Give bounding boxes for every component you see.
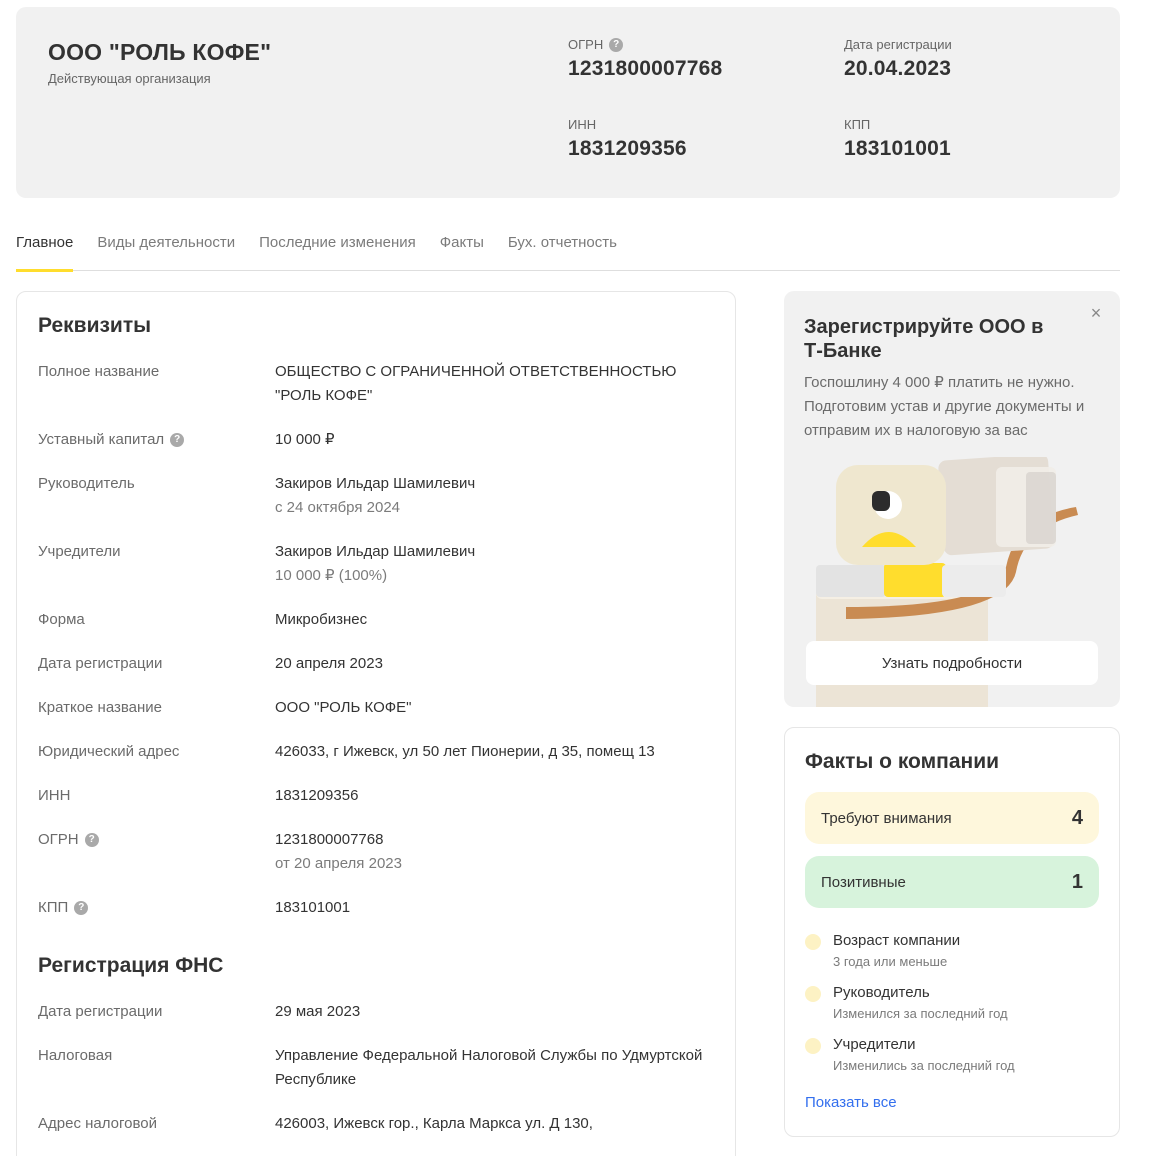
positive-label: Позитивные — [821, 873, 906, 891]
row-value: Закиров Ильдар Шамилевич — [275, 543, 476, 560]
company-header-card: ООО "РОЛЬ КОФЕ" Действующая организация … — [16, 7, 1120, 198]
row-label: Налоговая — [38, 1047, 113, 1064]
company-status: Действующая организация — [48, 71, 211, 86]
kpp-value: 183101001 — [844, 137, 951, 160]
row-value: 10 000 ₽ — [275, 431, 335, 448]
row-label: ИНН — [38, 787, 71, 804]
row-value: 183101001 — [275, 899, 351, 916]
row-label: Полное название — [38, 363, 160, 380]
row-label: КПП — [38, 899, 69, 916]
row-label: Дата регистрации — [38, 655, 163, 672]
row-label: ОГРН — [38, 831, 79, 848]
positive-count: 1 — [1071, 870, 1083, 893]
promo-title: Зарегистрируйте ООО в Т-Банке — [804, 316, 1044, 362]
company-name: ООО "РОЛЬ КОФЕ" — [48, 39, 272, 65]
row-label: Адрес налоговой — [38, 1115, 158, 1132]
question-icon[interactable]: ? — [609, 37, 624, 52]
learn-more-button[interactable]: Узнать подробности — [806, 641, 1098, 685]
inn-value: 1831209356 — [568, 137, 687, 160]
row-value: 426033, г Ижевск, ул 50 лет Пионерии, д … — [275, 743, 655, 760]
close-icon[interactable]: × — [1086, 303, 1106, 323]
reg-date-label: Дата регистрации — [844, 37, 952, 52]
row-value: 426003, Ижевск гор., Карла Маркса ул. Д … — [275, 1115, 593, 1132]
ogrn-field: ОГРН? 1231800007768 — [568, 37, 722, 81]
row-value: ООО "РОЛЬ КОФЕ" — [275, 699, 412, 716]
question-icon[interactable]: ? — [170, 433, 185, 447]
tab-main[interactable]: Главное — [16, 228, 74, 272]
row-label: Форма — [38, 611, 85, 628]
row-value: 29 мая 2023 — [275, 1003, 361, 1020]
row-value: Микробизнес — [275, 611, 368, 628]
question-icon[interactable]: ? — [84, 833, 99, 847]
positive-facts-button[interactable]: Позитивные 1 — [805, 856, 1099, 908]
requisites-title: Реквизиты — [38, 314, 152, 337]
fact-title: Руководитель — [833, 984, 930, 1001]
row-sub: от 20 апреля 2023 — [275, 855, 402, 872]
tab-accounting[interactable]: Бух. отчетность — [508, 228, 617, 271]
fact-sub: 3 года или меньше — [833, 954, 948, 969]
row-sub: 10 000 ₽ (100%) — [275, 567, 388, 584]
row-value: 20 апреля 2023 — [275, 655, 383, 672]
ogrn-value: 1231800007768 — [568, 57, 723, 80]
kpp-label: КПП — [844, 117, 871, 132]
attention-count: 4 — [1071, 806, 1083, 829]
fact-dot-icon — [805, 934, 821, 950]
fact-title: Учредители — [833, 1036, 916, 1053]
row-value: ОБЩЕСТВО С ОГРАНИЧЕННОЙ ОТВЕТСТВЕННОСТЬЮ… — [275, 363, 677, 404]
row-value: Закиров Ильдар Шамилевич — [275, 475, 476, 492]
row-value: 1831209356 — [275, 787, 359, 804]
row-label: Руководитель — [38, 475, 135, 492]
row-label: Учредители — [38, 543, 121, 560]
promo-banner: Зарегистрируйте ООО в Т-Банке × Госпошли… — [784, 291, 1120, 707]
facts-title: Факты о компании — [805, 750, 1000, 773]
row-label: Дата регистрации — [38, 1003, 163, 1020]
fact-dot-icon — [805, 986, 821, 1002]
inn-label: ИНН — [568, 117, 597, 132]
requisites-card: Реквизиты Полное название ОБЩЕСТВО С ОГР… — [16, 291, 736, 1156]
row-value: Управление Федеральной Налоговой Службы … — [275, 1047, 703, 1088]
tab-facts[interactable]: Факты — [440, 228, 484, 271]
row-label: Юридический адрес — [38, 743, 180, 760]
attention-facts-button[interactable]: Требуют внимания 4 — [805, 792, 1099, 844]
row-label: Уставный капитал — [38, 431, 165, 448]
question-icon[interactable]: ? — [74, 901, 89, 915]
fact-title: Возраст компании — [833, 932, 961, 949]
tab-recent-changes[interactable]: Последние изменения — [259, 228, 416, 271]
reg-date-value: 20.04.2023 — [844, 57, 952, 80]
ogrn-label: ОГРН — [568, 37, 604, 52]
show-all-link[interactable]: Показать все — [805, 1094, 897, 1111]
tab-activities[interactable]: Виды деятельности — [97, 228, 235, 271]
reg-date-field: Дата регистрации 20.04.2023 — [844, 37, 952, 81]
fact-sub: Изменился за последний год — [833, 1006, 1008, 1021]
fns-title: Регистрация ФНС — [38, 954, 224, 977]
inn-field: ИНН 1831209356 — [568, 117, 687, 161]
attention-label: Требуют внимания — [821, 809, 952, 827]
row-value: 1231800007768 — [275, 831, 384, 848]
fact-dot-icon — [805, 1038, 821, 1054]
company-facts-card: Факты о компании Требуют внимания 4 Пози… — [784, 727, 1120, 1137]
row-label: Краткое название — [38, 699, 163, 716]
tab-bar: Главное Виды деятельности Последние изме… — [16, 228, 1120, 272]
fact-sub: Изменились за последний год — [833, 1058, 1015, 1073]
promo-text: Госпошлину 4 000 ₽ платить не нужно. Под… — [804, 374, 1085, 439]
kpp-field: КПП 183101001 — [844, 117, 951, 161]
row-sub: с 24 октября 2024 — [275, 499, 401, 516]
